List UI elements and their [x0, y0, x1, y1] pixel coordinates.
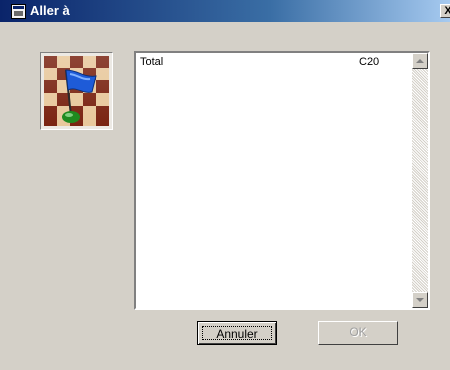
app-icon	[11, 4, 26, 19]
cancel-button-label: Annuler	[202, 326, 272, 341]
arrow-up-icon	[416, 59, 424, 63]
list-item-code: C20	[359, 56, 380, 68]
arrow-down-icon	[416, 298, 424, 302]
cancel-button[interactable]: Annuler	[197, 321, 277, 345]
ok-button[interactable]: OK	[318, 321, 398, 345]
close-button[interactable]: X	[440, 4, 450, 18]
list-item-name: Total	[140, 56, 164, 68]
vertical-scrollbar[interactable]	[412, 53, 428, 308]
list-item[interactable]: Total C20	[138, 55, 410, 69]
title-bar[interactable]: Aller à X	[0, 0, 450, 22]
window-title: Aller à	[30, 3, 70, 18]
goto-listbox[interactable]: Total C20	[134, 51, 430, 310]
scroll-up-button[interactable]	[412, 53, 428, 69]
chessboard-flag-icon	[40, 52, 113, 130]
scroll-down-button[interactable]	[412, 292, 428, 308]
